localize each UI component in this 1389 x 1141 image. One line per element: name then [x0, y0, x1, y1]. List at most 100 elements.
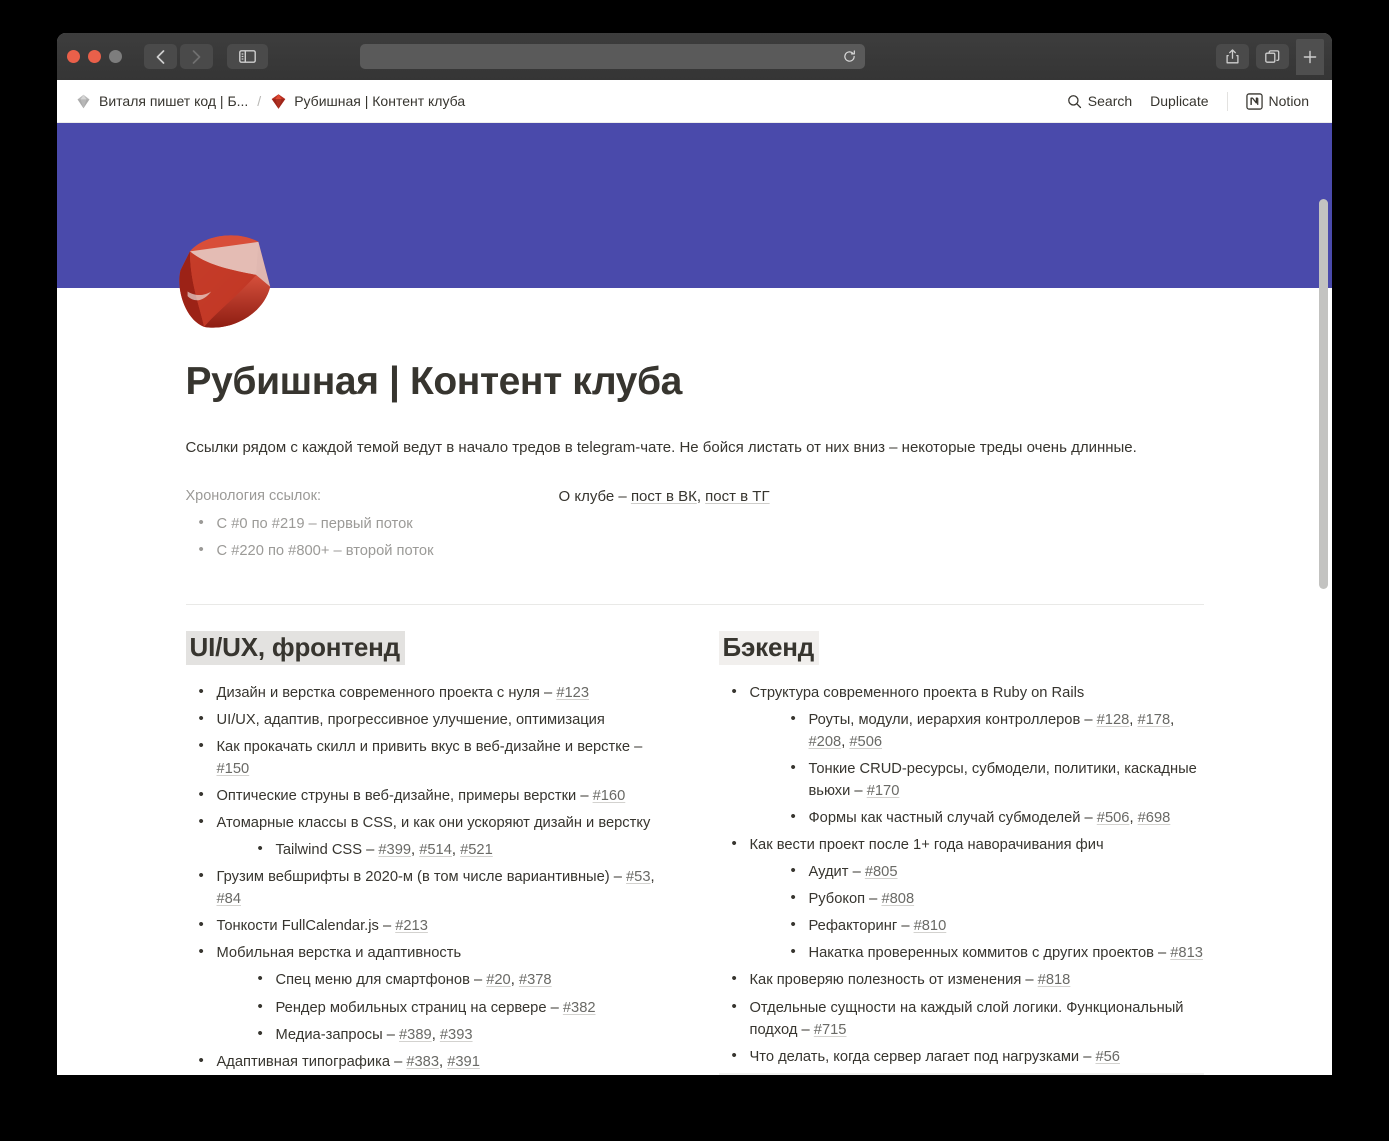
- list-item[interactable]: Контроль за производительностью рельс и …: [718, 1072, 1204, 1075]
- thread-ref-link[interactable]: #170: [867, 783, 900, 799]
- list-item[interactable]: Как проверяю полезность от изменения – #…: [719, 968, 1204, 991]
- close-button[interactable]: [67, 50, 80, 63]
- list-item-text: Накатка проверенных коммитов с других пр…: [808, 945, 1171, 962]
- search-button[interactable]: Search: [1058, 88, 1141, 114]
- notion-logo-icon: [1245, 92, 1263, 110]
- thread-ref-link[interactable]: #810: [914, 918, 947, 934]
- thread-ref-link[interactable]: #128: [1097, 712, 1130, 728]
- duplicate-button[interactable]: Duplicate: [1141, 88, 1217, 114]
- list-item[interactable]: Медиа-запросы – #389, #393: [245, 1023, 671, 1046]
- list-item[interactable]: Роуты, модули, иерархия контроллеров – #…: [778, 708, 1204, 753]
- list-item[interactable]: Оптические струны в веб-дизайне, примеры…: [186, 784, 671, 807]
- list-item-text: Рубокоп –: [808, 891, 882, 908]
- page-body: Рубишная | Контент клуба Ссылки рядом с …: [150, 288, 1240, 1075]
- thread-ref-link[interactable]: #391: [447, 1054, 480, 1070]
- topic-list: Спец меню для смартфонов – #20, #378 Ренд…: [245, 968, 671, 1046]
- thread-ref-link[interactable]: #378: [519, 972, 552, 988]
- reload-button[interactable]: [843, 50, 856, 63]
- thread-ref-link[interactable]: #698: [1138, 810, 1171, 826]
- scrollbar-track[interactable]: [1319, 129, 1328, 1069]
- scrollbar-thumb[interactable]: [1319, 199, 1328, 589]
- thread-ref-link[interactable]: #213: [395, 918, 428, 934]
- thread-ref-link[interactable]: #123: [556, 685, 589, 701]
- list-item[interactable]: Структура современного проекта в Ruby on…: [719, 681, 1204, 829]
- tab-overview-button[interactable]: [1256, 44, 1289, 69]
- zoom-button[interactable]: [109, 50, 122, 63]
- thread-ref-link[interactable]: #506: [849, 734, 882, 750]
- thread-ref-link[interactable]: #20: [486, 972, 511, 988]
- about-link-tg[interactable]: пост в ТГ: [705, 488, 769, 505]
- thread-ref-link[interactable]: #382: [563, 1000, 596, 1016]
- thread-ref-link[interactable]: #506: [1097, 810, 1130, 826]
- minimize-button[interactable]: [88, 50, 101, 63]
- list-item[interactable]: Мобильная верстка и адаптивность Спец мен…: [186, 941, 671, 1046]
- list-item[interactable]: Рубокоп – #808: [778, 887, 1204, 910]
- navigation-buttons: [144, 44, 213, 69]
- list-item-text: Грузим вебшрифты в 2020-м (в том числе в…: [216, 869, 627, 886]
- address-bar[interactable]: [360, 44, 865, 69]
- list-item[interactable]: Отдельные сущности на каждый слой логики…: [719, 995, 1204, 1041]
- page-icon-ruby-gem-icon[interactable]: [164, 223, 282, 341]
- list-item[interactable]: Атомарные классы в CSS, и как они ускоря…: [186, 811, 671, 861]
- sidebar-toggle-button[interactable]: [227, 44, 268, 69]
- column-heading: Бэкенд: [718, 630, 820, 665]
- thread-ref-link[interactable]: #805: [865, 864, 898, 880]
- thread-ref-link[interactable]: #208: [809, 734, 842, 750]
- about-link-vk[interactable]: пост в ВК: [631, 488, 697, 505]
- page-scroll-area[interactable]: Рубишная | Контент клуба Ссылки рядом с …: [57, 123, 1332, 1075]
- list-item[interactable]: Тонкие CRUD-ресурсы, субмодели, политики…: [778, 757, 1204, 802]
- thread-ref-link[interactable]: #521: [460, 842, 493, 858]
- thread-ref-link[interactable]: #389: [399, 1027, 432, 1043]
- thread-ref-link[interactable]: #150: [217, 761, 250, 777]
- thread-ref-link[interactable]: #84: [217, 891, 242, 907]
- list-item[interactable]: Грузим вебшрифты в 2020-м (в том числе в…: [186, 865, 671, 910]
- list-item[interactable]: Рефакторинг – #810: [778, 914, 1204, 937]
- topbar-actions: Search Duplicate Notion: [1058, 88, 1318, 115]
- new-tab-button[interactable]: [1296, 38, 1324, 75]
- thread-ref-link[interactable]: #53: [626, 869, 651, 885]
- topic-list: Дизайн и верстка современного проекта с …: [186, 681, 671, 1075]
- list-item[interactable]: Tailwind CSS – #399, #514, #521: [245, 838, 671, 861]
- back-button[interactable]: [144, 44, 177, 69]
- list-item-text: Тонкости FullCalendar.js –: [216, 918, 396, 935]
- thread-ref-link[interactable]: #393: [440, 1027, 473, 1043]
- about-club-line: О клубе – пост в ВК, пост в ТГ: [559, 486, 1204, 509]
- breadcrumb-item-current[interactable]: Рубишная | Контент клуба: [270, 93, 465, 110]
- thread-ref-link[interactable]: #56: [1095, 1049, 1120, 1065]
- list-item-text: Атомарные классы в CSS, и как они ускоря…: [216, 815, 651, 832]
- list-item[interactable]: UI/UX, адаптив, прогрессивное улучшение,…: [186, 708, 671, 731]
- thread-ref-link[interactable]: #813: [1170, 945, 1203, 961]
- list-item[interactable]: Как вести проект после 1+ года наворачив…: [719, 833, 1204, 964]
- breadcrumb-item-parent[interactable]: Виталя пишет код | Б...: [75, 93, 248, 110]
- page-cover[interactable]: [57, 123, 1332, 328]
- chevron-left-icon: [156, 49, 165, 64]
- notion-button[interactable]: Notion: [1237, 88, 1318, 115]
- list-item[interactable]: Спец меню для смартфонов – #20, #378: [245, 968, 671, 991]
- list-item[interactable]: Дизайн и верстка современного проекта с …: [186, 681, 671, 704]
- tabs-icon: [1265, 49, 1280, 63]
- notion-topbar: Виталя пишет код | Б... / Рубишная | Кон…: [57, 80, 1332, 123]
- list-item[interactable]: Накатка проверенных коммитов с других пр…: [778, 941, 1204, 964]
- thread-ref-link[interactable]: #715: [814, 1022, 847, 1038]
- list-item[interactable]: Как прокачать скилл и привить вкус в веб…: [186, 735, 671, 780]
- thread-ref-link[interactable]: #808: [881, 891, 914, 907]
- thread-ref-link[interactable]: #383: [406, 1054, 439, 1070]
- thread-ref-link[interactable]: #399: [378, 842, 411, 858]
- thread-ref-link[interactable]: #818: [1038, 972, 1071, 988]
- share-button[interactable]: [1216, 44, 1249, 69]
- thread-ref-link[interactable]: #160: [593, 788, 626, 804]
- list-item[interactable]: Рендер мобильных страниц на сервере – #3…: [245, 995, 671, 1019]
- thread-ref-link[interactable]: #514: [419, 842, 452, 858]
- list-item[interactable]: Адаптивная типографика – #383, #391: [186, 1050, 671, 1073]
- ref-separator: ,: [650, 869, 655, 886]
- list-item-text: Что делать, когда сервер лагает под нагр…: [749, 1048, 1096, 1065]
- list-item[interactable]: Аудит – #805: [778, 860, 1204, 883]
- list-item[interactable]: Что делать, когда сервер лагает под нагр…: [719, 1045, 1204, 1068]
- notion-label: Notion: [1268, 93, 1309, 109]
- column-heading: UI/UX, фронтенд: [185, 630, 405, 665]
- list-item[interactable]: Тонкости FullCalendar.js – #213: [186, 914, 671, 937]
- list-item[interactable]: Формы как частный случай субмоделей – #5…: [778, 806, 1204, 829]
- topic-list: Tailwind CSS – #399, #514, #521: [245, 838, 671, 861]
- thread-ref-link[interactable]: #178: [1137, 712, 1170, 728]
- forward-button[interactable]: [180, 44, 213, 69]
